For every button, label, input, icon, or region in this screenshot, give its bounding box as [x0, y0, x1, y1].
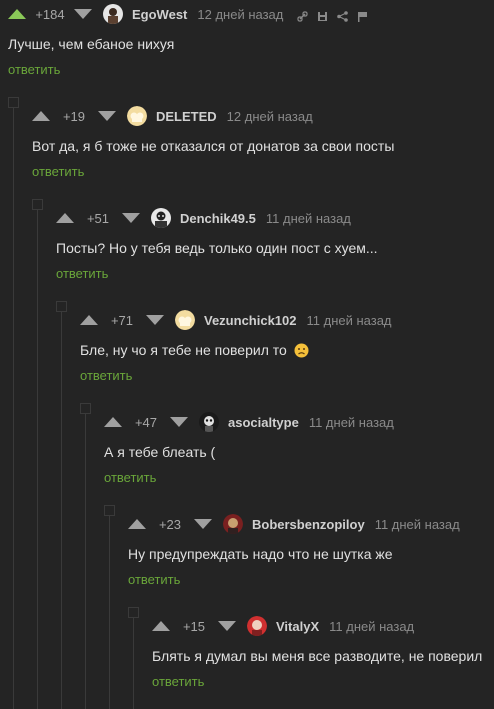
- avatar[interactable]: [199, 412, 219, 432]
- collapse-toggle[interactable]: [56, 301, 67, 312]
- comment-text: Блять я думал вы меня все разводите, не …: [152, 648, 483, 664]
- upvote-icon[interactable]: [80, 315, 98, 325]
- avatar[interactable]: [247, 616, 267, 636]
- reply-button[interactable]: ответить: [152, 674, 204, 689]
- comment-rating: +184: [35, 6, 65, 22]
- reply-button[interactable]: ответить: [104, 470, 156, 485]
- upvote-icon[interactable]: [104, 417, 122, 427]
- comment-text: Ну предупреждать надо что не шутка же: [128, 546, 393, 562]
- upvote-icon[interactable]: [56, 213, 74, 223]
- thread-line: [133, 610, 134, 709]
- comment-rating: +51: [86, 210, 110, 226]
- comment-rating: +19: [62, 108, 86, 124]
- upvote-icon[interactable]: [152, 621, 170, 631]
- timestamp[interactable]: 12 дней назад: [197, 7, 283, 22]
- collapse-toggle[interactable]: [8, 97, 19, 108]
- flag-icon[interactable]: [357, 9, 368, 22]
- timestamp[interactable]: 11 дней назад: [309, 415, 394, 430]
- collapse-toggle[interactable]: [80, 403, 91, 414]
- collapse-toggle[interactable]: [128, 607, 139, 618]
- comment-rating: +47: [134, 414, 158, 430]
- comment-text: Вот да, я б тоже не отказался от донатов…: [32, 138, 395, 154]
- avatar[interactable]: [223, 514, 243, 534]
- reply-button[interactable]: ответить: [80, 368, 132, 383]
- avatar[interactable]: [175, 310, 195, 330]
- link-icon[interactable]: [297, 9, 308, 22]
- reply-button[interactable]: ответить: [128, 572, 180, 587]
- comment-tools: [297, 9, 368, 22]
- collapse-toggle[interactable]: [32, 199, 43, 210]
- share-icon[interactable]: [337, 9, 349, 22]
- collapse-toggle[interactable]: [104, 505, 115, 516]
- downvote-icon[interactable]: [74, 9, 92, 19]
- comment-rating: +71: [110, 312, 134, 328]
- username[interactable]: Denchik49.5: [180, 211, 256, 226]
- timestamp[interactable]: 11 дней назад: [329, 619, 414, 634]
- comment-text: Бле, ну чо я тебе не поверил то: [80, 342, 309, 361]
- username[interactable]: DELETED: [156, 109, 217, 124]
- username[interactable]: Bobersbenzopiloy: [252, 517, 365, 532]
- comment-rating: +15: [182, 618, 206, 634]
- comment-text: А я тебе блеать (: [104, 444, 216, 460]
- username[interactable]: asocialtype: [228, 415, 299, 430]
- username[interactable]: EgoWest: [132, 7, 187, 22]
- upvote-icon[interactable]: [128, 519, 146, 529]
- downvote-icon[interactable]: [122, 213, 140, 223]
- downvote-icon[interactable]: [218, 621, 236, 631]
- username[interactable]: Vezunchick102: [204, 313, 297, 328]
- downvote-icon[interactable]: [170, 417, 188, 427]
- comment-text: Посты? Но у тебя ведь только один пост с…: [56, 240, 378, 256]
- reply-button[interactable]: ответить: [56, 266, 108, 281]
- downvote-icon[interactable]: [98, 111, 116, 121]
- thread-line: [37, 202, 38, 709]
- avatar[interactable]: [103, 4, 123, 24]
- timestamp[interactable]: 11 дней назад: [266, 211, 351, 226]
- reply-button[interactable]: ответить: [8, 62, 60, 77]
- timestamp[interactable]: 12 дней назад: [227, 109, 313, 124]
- thread-line: [61, 304, 62, 709]
- thread-line: [109, 508, 110, 709]
- thread-line: [85, 406, 86, 709]
- username[interactable]: VitalyX: [276, 619, 319, 634]
- downvote-icon[interactable]: [194, 519, 212, 529]
- timestamp[interactable]: 11 дней назад: [307, 313, 392, 328]
- save-icon[interactable]: [317, 9, 328, 21]
- avatar[interactable]: [127, 106, 147, 126]
- reply-button[interactable]: ответить: [32, 164, 84, 179]
- comment-text: Лучше, чем ебаное нихуя: [8, 36, 175, 52]
- upvote-icon[interactable]: [8, 9, 26, 19]
- avatar[interactable]: [151, 208, 171, 228]
- comment-text-body: Бле, ну чо я тебе не поверил то: [80, 342, 287, 358]
- timestamp[interactable]: 11 дней назад: [375, 517, 460, 532]
- sad-face-emoji-icon: [294, 343, 309, 361]
- upvote-icon[interactable]: [32, 111, 50, 121]
- comment-rating: +23: [158, 516, 182, 532]
- downvote-icon[interactable]: [146, 315, 164, 325]
- thread-line: [13, 100, 14, 709]
